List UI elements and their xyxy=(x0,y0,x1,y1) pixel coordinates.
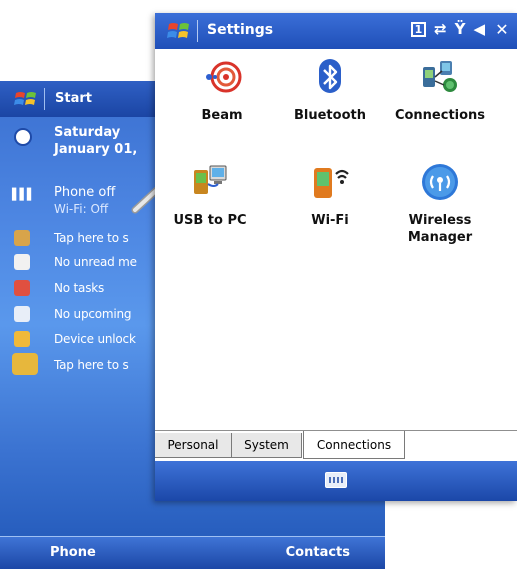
settings-title-bar: Settings 1 ⇄ Ÿ ◀ ✕ xyxy=(155,13,517,49)
beam-item[interactable]: Beam xyxy=(167,57,277,124)
connections-item[interactable]: Connections xyxy=(385,57,495,124)
bluetooth-label: Bluetooth xyxy=(294,108,366,123)
usb-to-pc-icon xyxy=(190,162,230,202)
owner-icon xyxy=(14,230,30,246)
keyboard-icon[interactable] xyxy=(325,472,347,488)
connections-icon xyxy=(420,57,460,97)
lock-icon xyxy=(14,331,30,347)
bluetooth-item[interactable]: Bluetooth xyxy=(275,57,385,124)
windows-logo-icon xyxy=(12,353,38,375)
start-title[interactable]: Start xyxy=(55,91,92,106)
wifi-item[interactable]: Wi-Fi xyxy=(275,162,385,229)
wifi-icon xyxy=(310,162,350,202)
connectivity-icon[interactable]: ⇄ xyxy=(434,20,447,38)
wireless-manager-icon xyxy=(420,162,460,202)
clock-icon xyxy=(14,128,32,146)
today-item-label: No tasks xyxy=(54,281,105,295)
phone-softkey[interactable]: Phone xyxy=(50,545,96,560)
tab-system[interactable]: System xyxy=(232,433,302,458)
title-separator xyxy=(44,88,45,110)
close-icon[interactable]: ✕ xyxy=(493,20,511,39)
windows-flag-icon[interactable] xyxy=(167,20,193,46)
today-item-label: Tap here to s xyxy=(54,358,129,372)
today-softkey-bar: Phone Contacts xyxy=(0,536,385,569)
wifi-label: Wi-Fi xyxy=(311,213,349,228)
phone-label: Phone off xyxy=(54,185,116,200)
volume-icon[interactable]: ◀ xyxy=(473,20,485,38)
wireless-manager-item[interactable]: Wireless Manager xyxy=(385,162,495,246)
title-separator xyxy=(197,20,198,42)
settings-tab-strip: Personal System Connections xyxy=(155,430,517,461)
today-item-label: No upcoming xyxy=(54,307,132,321)
signal-bars-icon: ▌▌▌ xyxy=(12,188,35,201)
settings-menu-bar xyxy=(155,461,517,501)
bluetooth-icon xyxy=(310,57,350,97)
notification-count-icon[interactable]: 1 xyxy=(411,21,426,37)
wifi-status: Wi-Fi: Off xyxy=(54,202,109,216)
signal-off-icon[interactable]: Ÿ xyxy=(455,20,466,38)
today-item-label: Tap here to s xyxy=(54,231,129,245)
today-date[interactable]: Saturday January 01, xyxy=(54,124,137,158)
windows-flag-icon[interactable] xyxy=(14,89,40,113)
date-weekday: Saturday xyxy=(54,125,121,140)
today-phone-status[interactable]: Phone off Wi-Fi: Off xyxy=(54,184,115,218)
mail-icon xyxy=(14,254,30,270)
beam-label: Beam xyxy=(201,108,243,123)
tasks-icon xyxy=(14,280,30,296)
tab-personal[interactable]: Personal xyxy=(155,433,232,458)
beam-icon xyxy=(202,57,242,97)
settings-window: Settings 1 ⇄ Ÿ ◀ ✕ Beam Bluetooth Connec… xyxy=(155,13,517,501)
today-item-label: Device unlock xyxy=(54,332,136,346)
settings-title: Settings xyxy=(207,22,274,38)
usb-to-pc-item[interactable]: USB to PC xyxy=(155,162,265,229)
today-item-label: No unread me xyxy=(54,255,137,269)
status-icons: 1 ⇄ Ÿ ◀ ✕ xyxy=(411,20,511,39)
wireless-manager-label: Wireless Manager xyxy=(407,213,473,245)
connections-label: Connections xyxy=(394,108,486,123)
date-day: January 01, xyxy=(54,142,138,157)
usb-to-pc-label: USB to PC xyxy=(173,213,247,228)
calendar-icon xyxy=(14,306,30,322)
contacts-softkey[interactable]: Contacts xyxy=(286,545,350,560)
tab-connections[interactable]: Connections xyxy=(303,431,405,459)
